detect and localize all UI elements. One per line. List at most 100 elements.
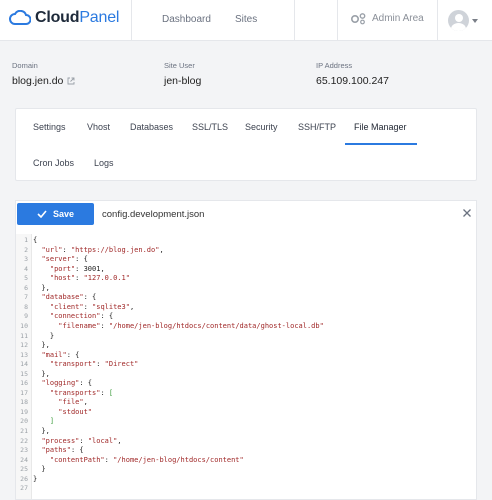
code-text: "filename": "/home/jen-blog/htdocs/conte…	[58, 321, 324, 330]
admin-area-link[interactable]: Admin Area	[350, 12, 424, 25]
line-number: 18	[20, 398, 28, 407]
site-tabs: Settings Vhost Databases SSL/TLS Securit…	[15, 108, 477, 181]
code-line: 19 "stdout"	[16, 408, 476, 418]
code-text: }	[33, 331, 55, 340]
tab-logs[interactable]: Logs	[94, 158, 114, 168]
code-text: "contentPath": "/home/jen-blog/htdocs/co…	[49, 455, 244, 464]
nav-divider	[337, 0, 338, 41]
code-line: 26}	[16, 475, 476, 485]
code-line: 20 ]	[16, 417, 476, 427]
code-text: "port": 3001,	[49, 264, 105, 273]
close-icon[interactable]	[462, 208, 472, 218]
brand-name: CloudPanel	[35, 9, 119, 27]
nav-dashboard[interactable]: Dashboard	[162, 14, 211, 25]
code-text: },	[33, 341, 50, 350]
code-text: ]	[49, 417, 55, 426]
code-line: 11 }	[16, 332, 476, 342]
line-number: 25	[20, 465, 28, 474]
external-link-icon[interactable]	[67, 77, 75, 85]
line-number: 1	[24, 236, 28, 244]
code-editor[interactable]: 1{2 "url": "https://blog.jen.do", 3 "serv…	[16, 234, 476, 499]
code-text: {	[33, 236, 38, 244]
line-number: 15	[20, 369, 28, 378]
cloudpanel-logo[interactable]: CloudPanel	[9, 9, 119, 27]
line-number: 16	[20, 379, 28, 388]
code-line: 16 "logging": {	[16, 379, 476, 389]
line-number: 24	[20, 455, 28, 464]
user-menu[interactable]	[448, 10, 478, 31]
ip-address-label: IP Address	[316, 61, 353, 70]
code-line: 10 "filename": "/home/jen-blog/htdocs/co…	[16, 322, 476, 332]
code-text: }	[33, 465, 46, 474]
code-line: 4 "port": 3001,	[16, 265, 476, 275]
code-text: },	[33, 427, 50, 435]
tab-databases[interactable]: Databases	[130, 122, 173, 132]
line-number: 14	[20, 360, 28, 369]
file-name: config.development.json	[102, 209, 205, 220]
code-line: 12 },	[16, 341, 476, 351]
line-number: 27	[20, 484, 28, 493]
code-text: "transport": "Direct"	[49, 360, 139, 369]
line-number: 7	[24, 293, 28, 302]
avatar	[448, 10, 469, 31]
code-line: 1{	[16, 236, 476, 246]
line-number: 13	[20, 350, 28, 359]
tab-settings[interactable]: Settings	[33, 122, 66, 132]
nav-sites[interactable]: Sites	[235, 14, 257, 25]
tab-vhost[interactable]: Vhost	[87, 122, 110, 132]
line-number: 4	[24, 264, 28, 273]
top-navbar: CloudPanel Dashboard Sites Admin Area	[0, 0, 492, 41]
tab-ssh-ftp[interactable]: SSH/FTP	[298, 122, 336, 132]
domain-label: Domain	[12, 61, 38, 70]
code-line: 21 },	[16, 427, 476, 437]
code-text: "server": {	[41, 255, 88, 264]
code-text: "logging": {	[41, 379, 93, 388]
code-line: 2 "url": "https://blog.jen.do",	[16, 246, 476, 256]
line-number: 9	[24, 312, 28, 321]
line-number: 11	[20, 331, 28, 340]
line-number: 8	[24, 302, 28, 311]
save-button[interactable]: Save	[17, 203, 94, 225]
code-line: 6 },	[16, 284, 476, 294]
ip-address-value: 65.109.100.247	[316, 75, 389, 87]
code-line: 7 "database": {	[16, 293, 476, 303]
line-number: 19	[20, 407, 28, 416]
code-text: "paths": {	[41, 446, 84, 455]
code-line: 3 "server": {	[16, 255, 476, 265]
tab-ssl-tls[interactable]: SSL/TLS	[192, 122, 228, 132]
tab-cron-jobs[interactable]: Cron Jobs	[33, 158, 74, 168]
code-line: 23 "paths": {	[16, 446, 476, 456]
line-number: 6	[24, 283, 28, 292]
editor-toolbar: Save config.development.json	[16, 201, 476, 227]
line-number: 26	[20, 474, 28, 483]
tab-file-manager[interactable]: File Manager	[354, 122, 407, 132]
dark-mode-moon-icon[interactable]	[309, 11, 323, 29]
domain-text: blog.jen.do	[12, 75, 64, 87]
nav-divider	[294, 0, 295, 41]
checkmark-icon	[37, 210, 47, 218]
chevron-down-icon	[472, 18, 478, 23]
site-user-label: Site User	[164, 61, 195, 70]
admin-area-label: Admin Area	[372, 13, 424, 24]
brand-name-bold: Cloud	[35, 9, 80, 26]
code-text: "host": "127.0.0.1"	[49, 274, 130, 283]
code-line: 5 "host": "127.0.0.1"	[16, 274, 476, 284]
code-line: 27	[16, 484, 476, 494]
line-number: 20	[20, 417, 28, 426]
code-text: "database": {	[41, 293, 97, 302]
code-line: 25 }	[16, 465, 476, 475]
code-text: },	[33, 283, 50, 292]
nav-divider	[437, 0, 438, 41]
code-text: "connection": {	[49, 312, 114, 321]
line-number: 12	[20, 341, 28, 350]
tab-security[interactable]: Security	[245, 122, 278, 132]
domain-value[interactable]: blog.jen.do	[12, 75, 75, 87]
code-line: 13 "mail": {	[16, 351, 476, 361]
line-number: 21	[20, 427, 28, 435]
code-line: 8 "client": "sqlite3",	[16, 303, 476, 313]
code-line: 22 "process": "local",	[16, 437, 476, 447]
code-text: "process": "local",	[41, 436, 122, 445]
code-text: "client": "sqlite3",	[49, 302, 135, 311]
active-tab-indicator	[345, 143, 417, 145]
cloud-logo-icon	[9, 10, 31, 25]
